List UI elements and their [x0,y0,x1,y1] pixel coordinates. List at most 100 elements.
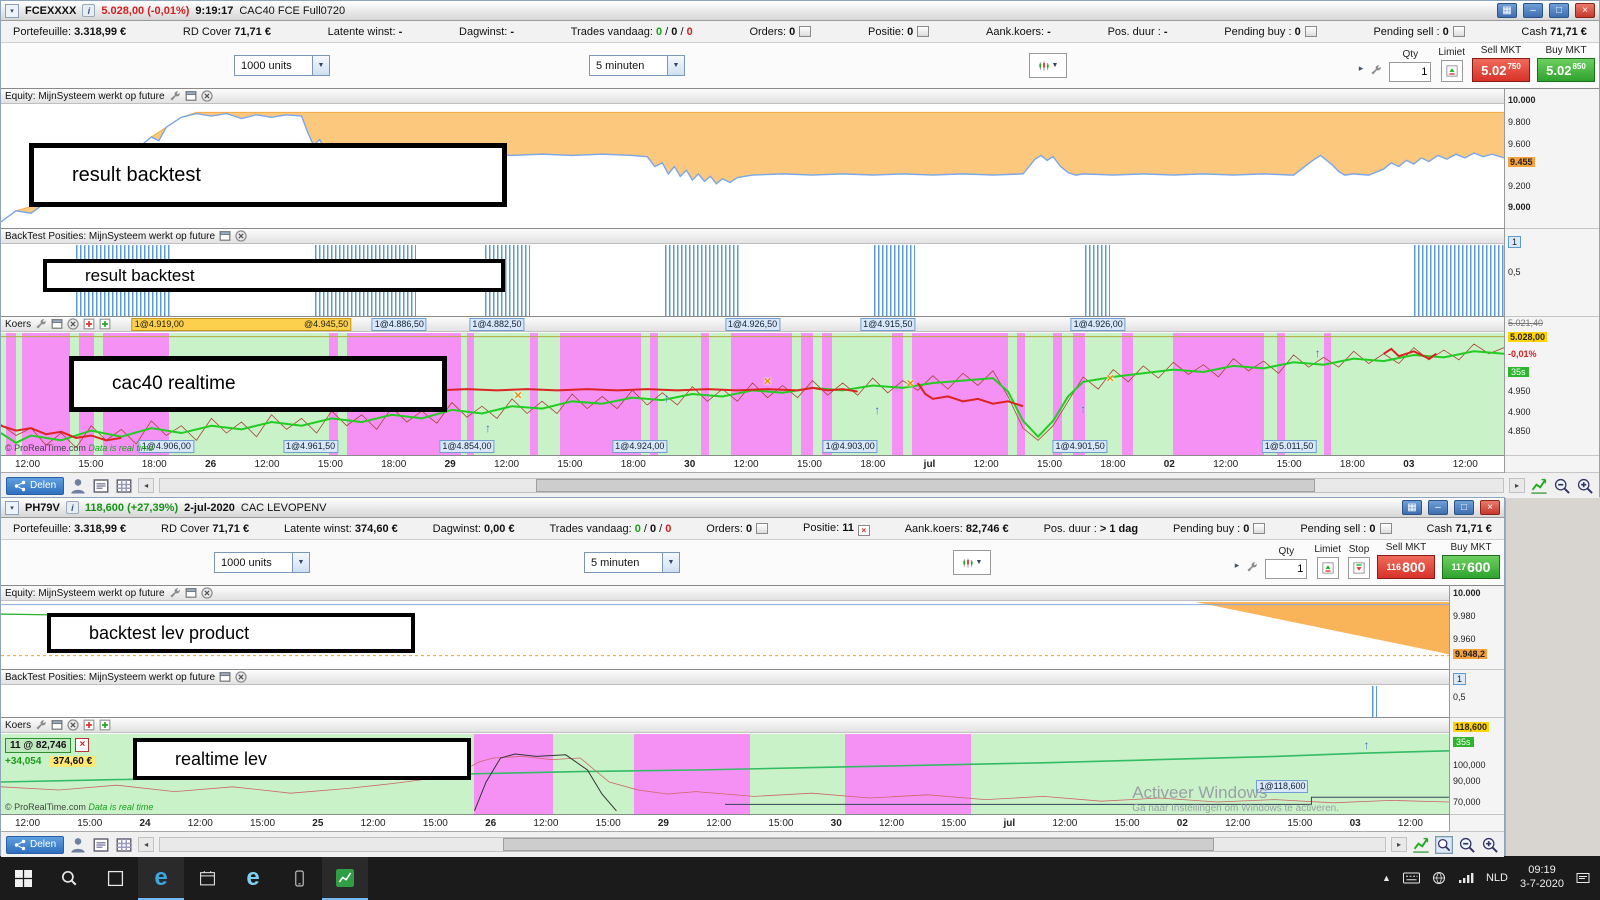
scale-label: 35s [1508,366,1529,377]
annotation-text: backtest lev product [89,622,250,643]
language-indicator[interactable]: NLD [1486,872,1508,884]
zoom-out-icon[interactable] [1458,836,1476,854]
layout-grid-button[interactable]: ▦ [1497,3,1517,18]
scroll-left-button[interactable]: ◂ [138,478,155,493]
info-cash: Cash 71,71 € [1426,522,1492,535]
buy-market-button[interactable]: 117 600 [1442,555,1500,579]
order-settings-icon[interactable] [1246,561,1258,573]
auto-scale-icon[interactable] [1530,477,1548,495]
minimize-button[interactable]: – [1523,3,1543,18]
add-overlay-icon[interactable] [99,318,111,330]
wrench-icon[interactable] [35,318,47,330]
tray-expand-icon[interactable]: ▲ [1382,873,1391,883]
network-globe-icon[interactable] [1432,871,1446,885]
start-button[interactable] [0,856,46,900]
popup-window-icon[interactable] [219,671,231,683]
window-menu-arrow[interactable]: ▾ [5,500,19,515]
scrollbar-thumb[interactable] [503,838,1214,851]
zoom-in-icon[interactable] [1481,836,1499,854]
window-menu-arrow[interactable]: ▾ [5,3,19,18]
window1-titlebar[interactable]: ▾ FCEXXXX i 5.028,00 (-0,01%) 9:19:17 CA… [1,1,1599,21]
limit-order-button[interactable] [1316,557,1339,579]
close-pane-icon[interactable] [200,90,213,102]
sell-market-button[interactable]: 5.02 750 [1472,58,1530,82]
wrench-icon[interactable] [35,719,47,731]
timeframe-select[interactable]: 5 minuten ▼ [584,552,680,573]
signal-icon[interactable] [1458,872,1474,884]
stop-order-button[interactable] [1348,557,1370,579]
horizontal-scrollbar[interactable] [159,478,1504,493]
trading-app-icon[interactable] [322,856,368,900]
edge-icon[interactable]: e [138,856,184,900]
units-select[interactable]: 1000 units ▼ [214,552,310,573]
news-icon[interactable] [92,477,110,495]
limit-order-button[interactable] [1440,60,1463,82]
add-indicator-icon[interactable] [83,318,95,330]
calendar-icon[interactable] [184,856,230,900]
popup-window-icon[interactable] [51,719,63,731]
data-table-icon[interactable] [115,477,133,495]
touch-keyboard-icon[interactable] [1402,872,1420,884]
window2-titlebar[interactable]: ▾ PH79V i 118,600 (+27,39%) 2-jul-2020 C… [1,498,1504,518]
share-button[interactable]: Delen [6,476,65,495]
units-select[interactable]: 1000 units ▼ [234,55,330,76]
auto-scale-icon[interactable] [1412,836,1430,854]
timeframe-value: 5 minuten [596,59,645,72]
scroll-right-button[interactable]: ▸ [1509,478,1525,493]
task-view-icon[interactable] [92,856,138,900]
close-pane-icon[interactable] [235,671,247,683]
info-aank-koers: Aank.koers: - [986,25,1051,38]
scrollbar-thumb[interactable] [536,479,1315,492]
close-button[interactable]: × [1575,3,1595,18]
close-pane-icon[interactable] [235,230,247,242]
internet-explorer-icon[interactable]: e [230,856,276,900]
profile-icon[interactable] [69,477,87,495]
qty-input[interactable] [1389,62,1432,82]
close-pane-icon[interactable] [200,587,213,599]
close-position-icon[interactable]: × [75,738,90,753]
trade-price-label: 1@5.011,50 [1261,440,1317,453]
add-overlay-icon[interactable] [99,719,111,731]
your-phone-icon[interactable] [276,856,322,900]
info-icon[interactable]: i [65,501,79,514]
axis-label: 03 [1403,458,1415,470]
profile-icon[interactable] [69,836,87,854]
wrench-icon[interactable] [169,90,181,102]
chart-type-button[interactable]: ▼ [953,550,991,575]
popup-window-icon[interactable] [219,230,231,242]
search-icon[interactable] [46,856,92,900]
buy-market-button[interactable]: 5.02 850 [1537,58,1595,82]
maximize-button[interactable]: □ [1454,500,1474,515]
news-icon[interactable] [92,836,110,854]
popup-window-icon[interactable] [51,318,63,330]
close-pane-icon[interactable] [67,719,79,731]
zoom-select-icon[interactable] [1435,835,1453,854]
add-indicator-icon[interactable] [83,719,95,731]
close-button[interactable]: × [1480,500,1500,515]
share-button[interactable]: Delen [6,835,65,854]
action-center-icon[interactable] [1576,871,1590,885]
order-settings-icon[interactable] [1370,64,1382,76]
data-table-icon[interactable] [115,836,133,854]
panel-collapse-arrow[interactable]: ▸ [1235,560,1240,571]
qty-input[interactable] [1265,559,1308,579]
sell-market-button[interactable]: 116 800 [1377,555,1435,579]
zoom-out-icon[interactable] [1553,477,1571,495]
horizontal-scrollbar[interactable] [159,837,1386,852]
zoom-in-icon[interactable] [1576,477,1594,495]
info-icon[interactable]: i [82,4,96,17]
chart-type-button[interactable]: ▼ [1029,53,1067,78]
close-position-icon[interactable]: × [857,524,870,536]
popup-window-icon[interactable] [185,90,197,102]
close-pane-icon[interactable] [67,318,79,330]
wrench-icon[interactable] [169,587,181,599]
taskbar-clock[interactable]: 09:19 3-7-2020 [1520,864,1564,892]
maximize-button[interactable]: □ [1549,3,1569,18]
popup-window-icon[interactable] [185,587,197,599]
minimize-button[interactable]: – [1428,500,1448,515]
layout-grid-button[interactable]: ▦ [1402,500,1422,515]
panel-collapse-arrow[interactable]: ▸ [1359,63,1364,74]
timeframe-select[interactable]: 5 minuten ▼ [589,55,685,76]
scroll-right-button[interactable]: ▸ [1391,837,1407,852]
scroll-left-button[interactable]: ◂ [138,837,155,852]
